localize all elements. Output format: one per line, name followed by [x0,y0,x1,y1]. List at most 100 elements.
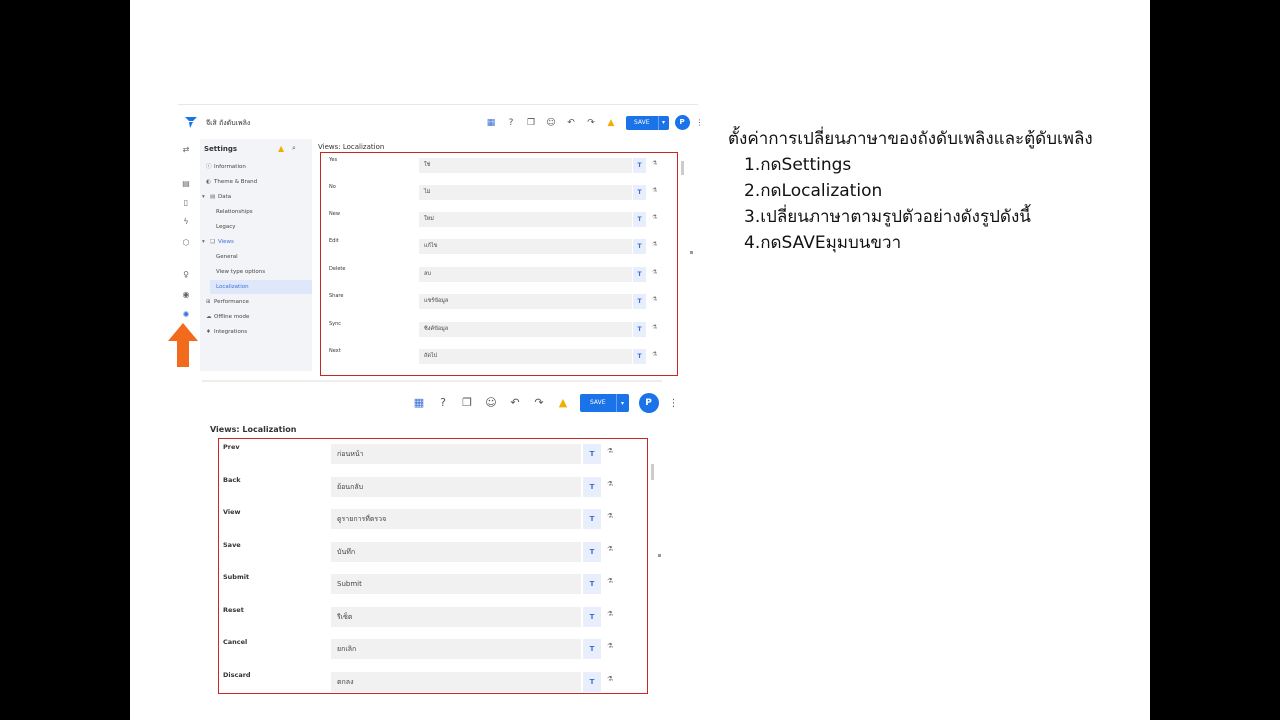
settings-item-general[interactable]: General [216,250,306,264]
flask-icon[interactable]: ⚗ [652,160,657,167]
settings-item-views[interactable]: ▾ ❏ Views [202,235,306,249]
translation-input[interactable]: บันทึก [331,542,581,562]
text-type-icon[interactable]: T [583,672,601,692]
flask-icon[interactable]: ⚗ [652,296,657,303]
text-type-icon[interactable]: T [583,574,601,594]
settings-item-performance[interactable]: ⊞ Performance [206,295,306,309]
translation-input[interactable]: ถัดไป [419,349,632,364]
search-icon[interactable]: ⌕ [292,144,296,153]
flask-icon[interactable]: ⚗ [652,269,657,276]
help-icon[interactable]: ? [506,118,516,128]
flask-icon[interactable]: ⚗ [607,480,613,488]
text-type-icon[interactable]: T [633,294,646,309]
settings-item-legacy[interactable]: Legacy [216,220,306,234]
scrollbar[interactable] [651,464,654,480]
flask-icon[interactable]: ⚗ [607,512,613,520]
flask-icon[interactable]: ⚗ [652,187,657,194]
bolt-icon[interactable]: ϟ [181,217,191,227]
translation-input[interactable]: ใช่ [419,158,632,173]
flask-icon[interactable]: ⚗ [607,610,613,618]
calendar-icon[interactable]: ▦ [412,396,426,410]
phone-icon[interactable]: ▯ [181,198,191,208]
more-menu-icon[interactable]: ⋮ [696,118,704,127]
add-user-icon[interactable]: ☺ [546,118,556,128]
copy-icon[interactable]: ❐ [526,118,536,128]
text-type-icon[interactable]: T [633,212,646,227]
text-type-icon[interactable]: T [633,267,646,282]
translation-input[interactable]: ไม่ [419,185,632,200]
text-type-icon[interactable]: T [583,509,601,529]
text-type-icon[interactable]: T [583,639,601,659]
calendar-icon[interactable]: ▦ [486,118,496,128]
flask-icon[interactable]: ⚗ [607,447,613,455]
settings-item-offline[interactable]: ☁ Offline mode [206,310,306,324]
warning-icon[interactable]: ▲ [556,396,570,410]
flow-icon[interactable]: ⇄ [181,145,191,155]
add-user-icon[interactable]: ☺ [484,396,498,410]
translation-input[interactable]: แก้ไข [419,239,632,254]
translation-input[interactable]: ย้อนกลับ [331,477,581,497]
text-type-icon[interactable]: T [583,444,601,464]
flask-icon[interactable]: ⚗ [607,675,613,683]
chevron-down-icon[interactable]: ▾ [617,400,629,407]
undo-icon[interactable]: ↶ [508,396,522,410]
warning-icon: ▲ [278,144,285,153]
settings-item-information[interactable]: ⓘ Information [206,160,306,174]
text-type-icon[interactable]: T [633,349,646,364]
highlight-box: Yes ใช่ T ⚗ No ไม่ T ⚗ New ใหม่ T ⚗ Edit แก้ไข T ⚗ D… [320,152,678,376]
translation-input[interactable]: Submit [331,574,581,594]
lightbulb-icon[interactable]: ♀ [181,270,191,280]
text-type-icon[interactable]: T [633,322,646,337]
flask-icon[interactable]: ⚗ [652,324,657,331]
table-icon[interactable]: ▤ [181,179,191,189]
security-icon[interactable]: ⬡ [181,238,191,248]
avatar[interactable]: P [674,115,690,130]
text-type-icon[interactable]: T [633,158,646,173]
collapse-handle[interactable] [690,251,693,254]
flask-icon[interactable]: ⚗ [652,351,657,358]
translation-input[interactable]: ดูรายการที่ตรวจ [331,509,581,529]
flask-icon[interactable]: ⚗ [607,642,613,650]
settings-item-view-type-options[interactable]: View type options [216,265,306,279]
flask-icon[interactable]: ⚗ [607,577,613,585]
settings-item-data[interactable]: ▾ ▤ Data [202,190,306,204]
steps-list: 1.กดSettings 2.กดLocalization 3.เปลี่ยนภ… [744,152,1148,256]
localization-screenshot: ▦ ? ❐ ☺ ↶ ↷ ▲ SAVE ▾ P ⋮ Views: Localiza… [202,380,679,698]
translation-input[interactable]: ก่อนหน้า [331,444,581,464]
text-type-icon[interactable]: T [633,239,646,254]
flask-icon[interactable]: ⚗ [652,241,657,248]
save-button[interactable]: SAVE ▾ [580,394,629,412]
more-menu-icon[interactable]: ⋮ [669,398,679,409]
translation-input[interactable]: ตกลง [331,672,581,692]
warning-icon[interactable]: ▲ [606,118,616,128]
flask-icon[interactable]: ⚗ [652,214,657,221]
scrollbar[interactable] [681,161,684,175]
undo-icon[interactable]: ↶ [566,118,576,128]
text-type-icon[interactable]: T [633,185,646,200]
gear-icon[interactable]: ✺ [181,310,191,320]
translation-input[interactable]: แชร์ข้อมูล [419,294,632,309]
collapse-handle[interactable] [658,554,661,557]
flask-icon[interactable]: ⚗ [607,545,613,553]
text-type-icon[interactable]: T [583,607,601,627]
globe-icon[interactable]: ◉ [181,290,191,300]
translation-input[interactable]: ใหม่ [419,212,632,227]
copy-icon[interactable]: ❐ [460,396,474,410]
translation-input[interactable]: ซิงค์ข้อมูล [419,322,632,337]
row-key: Cancel [223,638,248,646]
chevron-down-icon[interactable]: ▾ [659,116,669,130]
translation-input[interactable]: รีเซ็ต [331,607,581,627]
settings-item-integrations[interactable]: ♦ Integrations [206,325,306,339]
settings-item-theme[interactable]: ◐ Theme & Brand [206,175,306,189]
translation-input[interactable]: ลบ [419,267,632,282]
redo-icon[interactable]: ↷ [532,396,546,410]
avatar[interactable]: P [638,393,659,413]
settings-item-localization[interactable]: Localization [210,280,312,294]
text-type-icon[interactable]: T [583,542,601,562]
redo-icon[interactable]: ↷ [586,118,596,128]
settings-item-relationships[interactable]: Relationships [216,205,306,219]
text-type-icon[interactable]: T [583,477,601,497]
translation-input[interactable]: ยกเลิก [331,639,581,659]
help-icon[interactable]: ? [436,396,450,410]
save-button[interactable]: SAVE ▾ [626,115,669,130]
